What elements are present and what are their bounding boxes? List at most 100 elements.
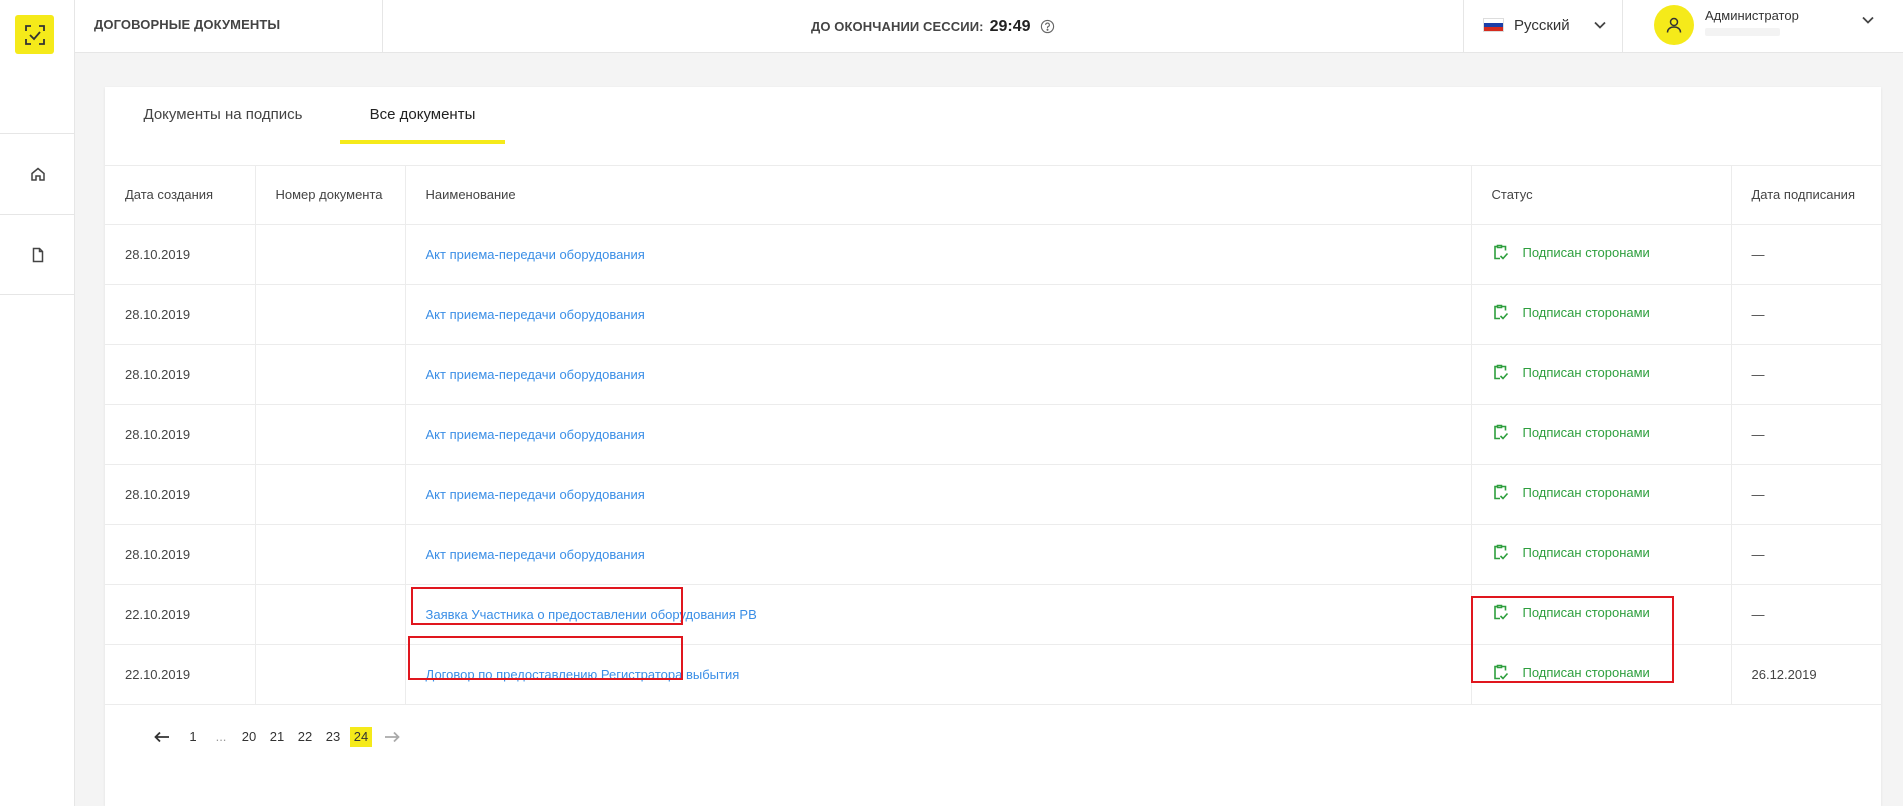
help-icon[interactable] <box>1040 19 1055 34</box>
pagination-next-button[interactable] <box>381 727 403 747</box>
cell-signed-date: — <box>1730 284 1881 345</box>
status-label: Подписан сторонами <box>1522 305 1650 320</box>
status-badge[interactable]: Подписан сторонами <box>1492 304 1650 321</box>
tab-documents-to-sign[interactable]: Документы на подпись <box>135 87 311 144</box>
user-menu[interactable]: Администратор <box>1643 0 1903 50</box>
document-link[interactable]: Акт приема-передачи оборудования <box>426 487 645 502</box>
cell-name: Акт приема-передачи оборудования <box>404 404 1471 465</box>
cell-signed-date: 26.12.2019 <box>1730 644 1881 705</box>
cell-number <box>254 344 405 405</box>
sidebar-divider <box>0 294 75 295</box>
column-header-name[interactable]: Наименование <box>404 166 1471 225</box>
pagination-prev-button[interactable] <box>151 727 173 747</box>
home-icon <box>30 167 45 181</box>
pagination-page[interactable]: 22 <box>294 727 316 747</box>
russia-flag-icon <box>1483 18 1504 32</box>
cell-signed-date: — <box>1730 224 1881 285</box>
document-link[interactable]: Акт приема-передачи оборудования <box>426 307 645 322</box>
cell-status: Подписан сторонами <box>1470 524 1731 585</box>
status-label: Подписан сторонами <box>1522 245 1650 260</box>
pagination-page[interactable]: 21 <box>266 727 288 747</box>
cell-name: Договор по предоставлению Регистратора в… <box>404 644 1471 705</box>
status-badge[interactable]: Подписан сторонами <box>1492 664 1650 681</box>
status-label: Подписан сторонами <box>1522 365 1650 380</box>
cell-status: Подписан сторонами <box>1470 344 1731 405</box>
signed-document-icon <box>1493 604 1508 620</box>
cell-status: Подписан сторонами <box>1470 584 1731 645</box>
signed-document-icon <box>1493 424 1508 440</box>
table-row[interactable]: 28.10.2019 Акт приема-передачи оборудован… <box>105 464 1881 525</box>
document-link[interactable]: Акт приема-передачи оборудования <box>426 547 645 562</box>
pagination-page[interactable]: 23 <box>322 727 344 747</box>
cell-signed-date: — <box>1730 344 1881 405</box>
user-icon <box>1666 17 1682 33</box>
cell-created: 28.10.2019 <box>105 344 255 405</box>
cell-status: Подписан сторонами <box>1470 224 1731 285</box>
document-link[interactable]: Акт приема-передачи оборудования <box>426 247 645 262</box>
table-header-row: Дата создания Номер документа Наименован… <box>105 166 1881 225</box>
tabs-bar: Документы на подпись Все документы <box>105 87 1881 165</box>
pagination-pages: 1... 20 21 22 23 24 <box>179 727 375 747</box>
status-label: Подписан сторонами <box>1522 665 1650 680</box>
table-row[interactable]: 28.10.2019 Акт приема-передачи оборудован… <box>105 224 1881 285</box>
cell-name: Акт приема-передачи оборудования <box>404 344 1471 405</box>
table-row[interactable]: 28.10.2019 Акт приема-передачи оборудован… <box>105 404 1881 465</box>
table-row[interactable]: 28.10.2019 Акт приема-передачи оборудован… <box>105 524 1881 585</box>
document-link[interactable]: Акт приема-передачи оборудования <box>426 427 645 442</box>
document-link[interactable]: Акт приема-передачи оборудования <box>426 367 645 382</box>
user-name: Администратор <box>1705 8 1799 23</box>
table-row[interactable]: 28.10.2019 Акт приема-передачи оборудован… <box>105 284 1881 345</box>
cell-number <box>254 524 405 585</box>
signed-document-icon <box>1493 364 1508 380</box>
chevron-down-icon[interactable] <box>1862 16 1874 24</box>
language-selector[interactable]: Русский <box>1483 0 1606 50</box>
cell-created: 28.10.2019 <box>105 224 255 285</box>
session-label: ДО ОКОНЧАНИИ СЕССИИ: <box>811 19 984 34</box>
header-separator <box>382 0 383 53</box>
cell-name: Акт приема-передачи оборудования <box>404 524 1471 585</box>
cell-status: Подписан сторонами <box>1470 464 1731 525</box>
cell-signed-date: — <box>1730 584 1881 645</box>
documents-table: Дата создания Номер документа Наименован… <box>105 166 1881 705</box>
cell-number <box>254 224 405 285</box>
table-row[interactable]: 28.10.2019 Акт приема-передачи оборудован… <box>105 344 1881 405</box>
signed-document-icon <box>1493 544 1508 560</box>
cell-name: Акт приема-передачи оборудования <box>404 464 1471 525</box>
pagination-page[interactable]: 1 <box>182 727 204 747</box>
column-header-created[interactable]: Дата создания <box>105 166 255 225</box>
pagination-ellipsis: ... <box>215 729 227 744</box>
scan-frame-icon <box>24 24 45 45</box>
column-header-status[interactable]: Статус <box>1470 166 1731 225</box>
pagination-page[interactable]: 20 <box>238 727 260 747</box>
signed-document-icon <box>1493 304 1508 320</box>
status-badge[interactable]: Подписан сторонами <box>1492 364 1650 381</box>
signed-document-icon <box>1493 664 1508 680</box>
status-badge[interactable]: Подписан сторонами <box>1492 544 1650 561</box>
column-header-number[interactable]: Номер документа <box>254 166 405 225</box>
table-row[interactable]: 22.10.2019 Заявка Участника о предоставле… <box>105 584 1881 645</box>
table-row[interactable]: 22.10.2019 Договор по предоставлению Реги… <box>105 644 1881 705</box>
sidebar-item-home[interactable] <box>0 134 75 214</box>
document-link[interactable]: Договор по предоставлению Регистратора в… <box>426 667 740 682</box>
chevron-down-icon <box>1594 21 1606 29</box>
pagination-page[interactable]: 24 <box>350 727 372 747</box>
column-header-signed-date[interactable]: Дата подписания <box>1730 166 1881 225</box>
cell-signed-date: — <box>1730 404 1881 465</box>
user-subtitle-redacted <box>1705 28 1780 36</box>
cell-status: Подписан сторонами <box>1470 404 1731 465</box>
language-label: Русский <box>1514 16 1570 34</box>
app-logo[interactable] <box>15 15 54 54</box>
status-badge[interactable]: Подписан сторонами <box>1492 604 1650 621</box>
document-icon <box>32 247 43 263</box>
cell-created: 28.10.2019 <box>105 284 255 345</box>
cell-created: 28.10.2019 <box>105 464 255 525</box>
sidebar-item-documents[interactable] <box>0 215 75 295</box>
session-timer: ДО ОКОНЧАНИИ СЕССИИ: 29:49 <box>811 0 1055 53</box>
signed-document-icon <box>1493 484 1508 500</box>
tab-all-documents[interactable]: Все документы <box>340 87 505 144</box>
document-link[interactable]: Заявка Участника о предоставлении оборуд… <box>426 607 757 622</box>
arrow-left-icon <box>154 731 169 743</box>
status-badge[interactable]: Подписан сторонами <box>1492 244 1650 261</box>
status-badge[interactable]: Подписан сторонами <box>1492 484 1650 501</box>
status-badge[interactable]: Подписан сторонами <box>1492 424 1650 441</box>
